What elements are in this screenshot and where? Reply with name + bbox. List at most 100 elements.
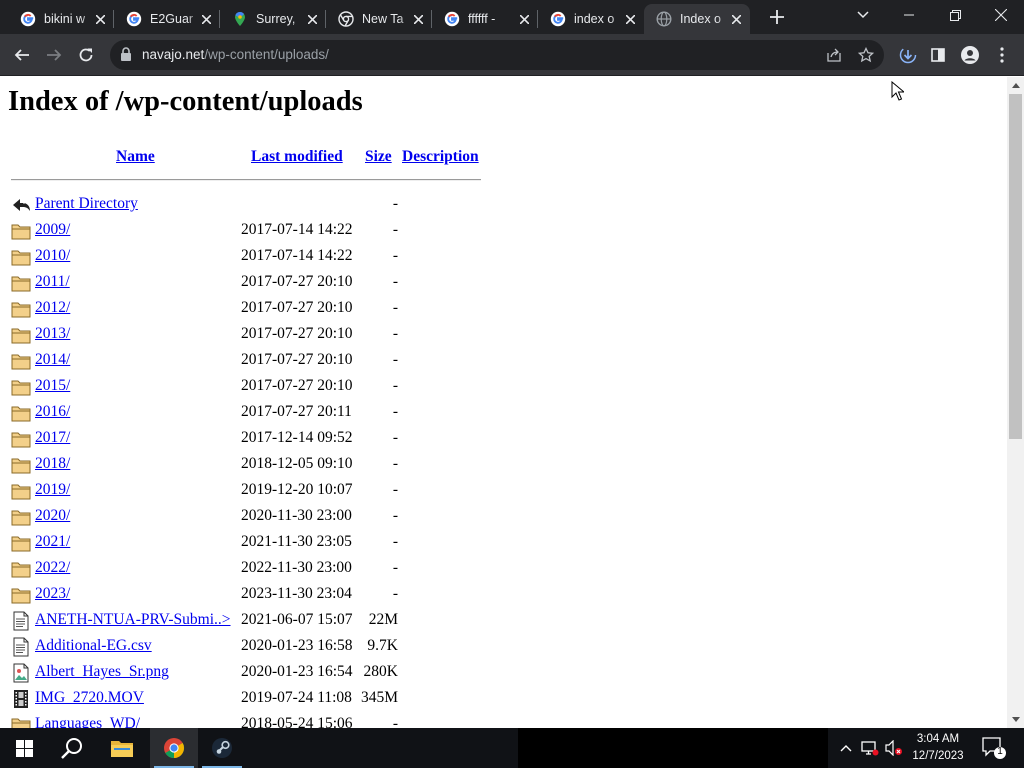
size-cell: -	[392, 585, 398, 602]
close-tab-icon[interactable]	[622, 11, 638, 27]
file-link[interactable]: 2009/	[35, 221, 70, 239]
file-explorer-icon	[111, 741, 133, 757]
address-bar[interactable]: navajo.net/wp-content/uploads/	[110, 40, 884, 70]
file-link[interactable]: Additional-EG.csv	[35, 637, 152, 655]
bookmark-star-button[interactable]	[856, 45, 876, 65]
parent-directory-link[interactable]: Parent Directory	[35, 195, 138, 213]
tab[interactable]: New Ta	[326, 4, 432, 34]
file-link[interactable]: 2023/	[35, 585, 70, 603]
file-link[interactable]: IMG_2720.MOV	[35, 689, 144, 707]
file-link[interactable]: 2016/	[35, 403, 70, 421]
minimize-button[interactable]	[886, 0, 932, 30]
lock-icon[interactable]	[120, 47, 132, 61]
file-link[interactable]: 2012/	[35, 299, 70, 317]
file-link[interactable]: 2020/	[35, 507, 70, 525]
close-tab-icon[interactable]	[198, 11, 214, 27]
size-cell: -	[392, 559, 398, 576]
url-text[interactable]: navajo.net/wp-content/uploads/	[142, 47, 329, 62]
file-link[interactable]: 2017/	[35, 429, 70, 447]
volume-button[interactable]	[884, 738, 904, 758]
maps-pin-icon	[232, 11, 248, 27]
forward-button[interactable]	[40, 41, 68, 69]
folder-icon	[11, 585, 31, 605]
close-tab-icon[interactable]	[92, 11, 108, 27]
column-header-description[interactable]: Description	[402, 148, 479, 166]
scroll-down-button[interactable]	[1007, 711, 1024, 728]
file-link[interactable]: Languages_WD/	[35, 715, 140, 728]
tab[interactable]: ffffff -	[432, 4, 538, 34]
search-button[interactable]	[48, 728, 96, 768]
last-modified-cell: 2017-07-27 20:10	[241, 299, 353, 316]
page-viewport: Index of /wp-content/uploads Name Last m…	[0, 77, 1007, 728]
file-link[interactable]: Albert_Hayes_Sr.png	[35, 663, 169, 681]
download-button[interactable]	[894, 41, 922, 69]
close-tab-icon[interactable]	[304, 11, 320, 27]
vertical-scrollbar[interactable]	[1007, 77, 1024, 728]
new-tab-button[interactable]	[764, 5, 790, 29]
size-cell: -	[392, 247, 398, 264]
close-tab-icon[interactable]	[516, 11, 532, 27]
last-modified-cell: 2017-07-27 20:11	[241, 403, 352, 420]
file-link[interactable]: 2014/	[35, 351, 70, 369]
size-cell: -	[392, 715, 398, 728]
close-tab-icon[interactable]	[728, 11, 744, 27]
network-status-button[interactable]	[860, 738, 880, 758]
network-icon	[861, 741, 879, 756]
star-icon	[858, 47, 874, 63]
tab[interactable]: index o	[538, 4, 644, 34]
file-link[interactable]: 2021/	[35, 533, 70, 551]
reload-button[interactable]	[72, 41, 100, 69]
tab-search-button[interactable]	[840, 0, 886, 30]
chrome-menu-button[interactable]	[988, 41, 1016, 69]
column-header-name[interactable]: Name	[116, 148, 155, 166]
last-modified-cell: 2017-07-27 20:10	[241, 325, 353, 342]
back-button[interactable]	[8, 41, 36, 69]
tab[interactable]: bikini w	[8, 4, 114, 34]
file-explorer-button[interactable]	[98, 728, 146, 768]
profile-button[interactable]	[956, 41, 984, 69]
tab-active[interactable]: Index o	[644, 4, 750, 34]
table-row: Albert_Hayes_Sr.png 2020-01-23 16:54 280K	[0, 659, 600, 685]
size-cell: -	[392, 221, 398, 238]
scroll-up-button[interactable]	[1007, 77, 1024, 94]
file-link[interactable]: ANETH-NTUA-PRV-Submi..>	[35, 611, 231, 629]
folder-icon	[11, 533, 31, 553]
file-link[interactable]: 2011/	[35, 273, 70, 291]
file-link[interactable]: 2019/	[35, 481, 70, 499]
file-link[interactable]: 2022/	[35, 559, 70, 577]
notification-center-button[interactable]: 1	[980, 736, 1006, 760]
file-link[interactable]: 2013/	[35, 325, 70, 343]
file-link[interactable]: 2015/	[35, 377, 70, 395]
close-tab-icon[interactable]	[410, 11, 426, 27]
file-link[interactable]: 2018/	[35, 455, 70, 473]
scroll-thumb[interactable]	[1009, 94, 1022, 439]
arrow-right-icon	[47, 49, 62, 61]
side-panel-button[interactable]	[924, 41, 952, 69]
table-row: ANETH-NTUA-PRV-Submi..> 2021-06-07 15:07 2…	[0, 607, 600, 633]
column-header-last-modified[interactable]: Last modified	[251, 148, 343, 166]
movie-file-icon	[11, 689, 31, 709]
folder-icon	[11, 247, 31, 267]
start-button[interactable]	[0, 728, 48, 768]
tab-title: ffffff -	[468, 12, 496, 26]
close-window-button[interactable]	[978, 0, 1024, 30]
tab[interactable]: Surrey,	[220, 4, 326, 34]
folder-icon	[11, 559, 31, 579]
tab-title: New Ta	[362, 12, 404, 26]
side-panel-icon	[931, 48, 945, 62]
table-row: 2018/2018-12-05 09:10 -	[0, 451, 600, 477]
chrome-taskbar-button[interactable]	[150, 728, 198, 768]
tab[interactable]: E2Guar	[114, 4, 220, 34]
taskbar-clock[interactable]: 3:04 AM 12/7/2023	[908, 731, 968, 765]
size-cell: 22M	[368, 611, 398, 628]
column-header-size[interactable]: Size	[365, 148, 392, 166]
last-modified-cell: 2017-07-27 20:10	[241, 273, 353, 290]
file-link[interactable]: 2010/	[35, 247, 70, 265]
chevron-up-icon	[840, 745, 852, 752]
share-icon	[827, 48, 841, 62]
restore-button[interactable]	[932, 0, 978, 30]
steam-taskbar-button[interactable]	[198, 728, 246, 768]
show-hidden-icons-button[interactable]	[836, 738, 856, 758]
share-button[interactable]	[824, 45, 844, 65]
table-row: 2009/2017-07-14 14:22 -	[0, 217, 600, 243]
